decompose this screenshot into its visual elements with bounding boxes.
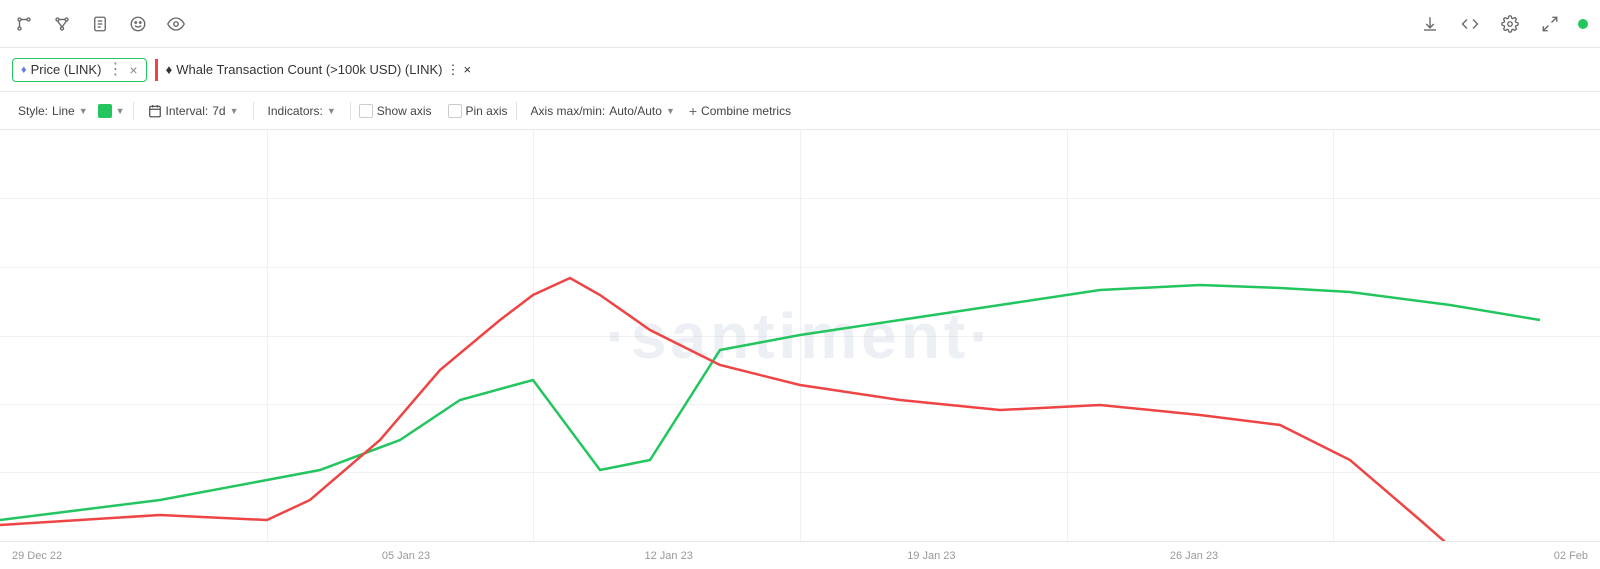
color-chevron-icon[interactable]: ▼ <box>116 106 125 116</box>
show-axis-checkbox-area[interactable]: Show axis <box>359 104 432 118</box>
combine-plus-icon: + <box>689 103 697 119</box>
emoji-icon[interactable] <box>126 12 150 36</box>
x-label-4: 26 Jan 23 <box>1063 550 1326 562</box>
x-label-0: 29 Dec 22 <box>12 550 275 562</box>
interval-value: 7d <box>212 104 225 118</box>
metric-1-label: Price (LINK) <box>31 62 102 77</box>
top-icons-left <box>12 12 1418 36</box>
x-axis: 29 Dec 22 05 Jan 23 12 Jan 23 19 Jan 23 … <box>0 541 1600 569</box>
top-bar <box>0 0 1600 48</box>
metric-2-label: Whale Transaction Count (>100k USD) (LIN… <box>176 62 442 77</box>
eye-icon[interactable] <box>164 12 188 36</box>
node-link-icon[interactable] <box>12 12 36 36</box>
green-line <box>0 285 1540 520</box>
interval-selector[interactable]: Interval: 7d ▼ <box>142 102 245 120</box>
indicators-chevron-icon: ▼ <box>327 106 336 116</box>
chart-svg <box>0 130 1600 541</box>
separator-3 <box>350 102 351 120</box>
metrics-bar: ♦ Price (LINK) ⋮ × ♦ Whale Transaction C… <box>0 48 1600 92</box>
interval-label: Interval: <box>166 104 209 118</box>
axis-max-min-selector[interactable]: Axis max/min: Auto/Auto ▼ <box>525 102 681 120</box>
x-label-3: 19 Jan 23 <box>800 550 1063 562</box>
style-selector[interactable]: Style: Line ▼ <box>12 102 94 120</box>
eth-icon-2: ♦ <box>166 62 173 77</box>
document-icon[interactable] <box>88 12 112 36</box>
pin-axis-label: Pin axis <box>466 104 508 118</box>
separator-4 <box>516 102 517 120</box>
combine-metrics-button[interactable]: + Combine metrics <box>689 103 791 119</box>
show-axis-label: Show axis <box>377 104 432 118</box>
combine-metrics-label: Combine metrics <box>701 104 791 118</box>
interval-chevron-icon: ▼ <box>230 106 239 116</box>
eth-icon-1: ♦ <box>21 64 27 76</box>
metric-1-tag[interactable]: ♦ Price (LINK) ⋮ × <box>12 58 147 82</box>
pin-axis-checkbox-area[interactable]: Pin axis <box>448 104 508 118</box>
metric-1-more-button[interactable]: ⋮ <box>107 62 123 78</box>
x-label-1: 05 Jan 23 <box>275 550 538 562</box>
metric-2-more-button[interactable]: ⋮ <box>447 62 460 78</box>
expand-icon[interactable] <box>1538 12 1562 36</box>
style-chevron-icon: ▼ <box>79 106 88 116</box>
download-icon[interactable] <box>1418 12 1442 36</box>
color-picker[interactable] <box>98 104 112 118</box>
show-axis-checkbox[interactable] <box>359 104 373 118</box>
x-label-2: 12 Jan 23 <box>537 550 800 562</box>
axis-max-min-chevron-icon: ▼ <box>666 106 675 116</box>
red-line <box>0 278 1560 541</box>
metric-2-tag[interactable]: ♦ Whale Transaction Count (>100k USD) (L… <box>155 59 479 81</box>
pin-axis-checkbox[interactable] <box>448 104 462 118</box>
merge-icon[interactable] <box>50 12 74 36</box>
chart-area: ·santiment· <box>0 130 1600 541</box>
axis-max-min-label: Axis max/min: <box>531 104 606 118</box>
settings-icon[interactable] <box>1498 12 1522 36</box>
axis-max-min-value: Auto/Auto <box>609 104 662 118</box>
indicators-selector[interactable]: Indicators: ▼ <box>262 102 342 120</box>
toolbar: Style: Line ▼ ▼ Interval: 7d ▼ Indicator… <box>0 92 1600 130</box>
style-value: Line <box>52 104 75 118</box>
code-icon[interactable] <box>1458 12 1482 36</box>
indicators-label: Indicators: <box>268 104 323 118</box>
separator-1 <box>133 102 134 120</box>
top-icons-right <box>1418 12 1588 36</box>
interval-icon <box>148 104 162 118</box>
metric-2-close-button[interactable]: × <box>464 62 472 77</box>
style-label: Style: <box>18 104 48 118</box>
status-dot <box>1578 19 1588 29</box>
metric-1-close-button[interactable]: × <box>129 62 137 78</box>
x-label-5: 02 Feb <box>1325 550 1588 562</box>
separator-2 <box>253 102 254 120</box>
